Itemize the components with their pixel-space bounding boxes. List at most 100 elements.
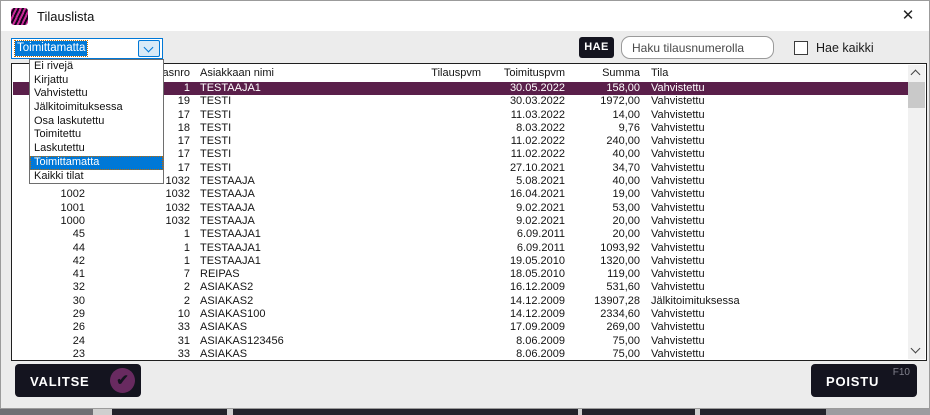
table-cell: 32 [15, 281, 85, 294]
table-cell: 10 [93, 308, 190, 321]
table-cell: 9.02.2021 [463, 215, 565, 228]
table-cell: 40,00 [573, 175, 640, 188]
table-cell: Vahvistettu [651, 162, 851, 175]
table-row[interactable]: 10021032TESTAAJA16.04.202119,00Vahvistet… [13, 188, 908, 201]
table-cell: TESTI [200, 122, 380, 135]
taskbar-segment [826, 409, 930, 415]
table-cell: 7 [93, 268, 190, 281]
table-cell: 19.05.2010 [463, 255, 565, 268]
combo-dropdown-button[interactable] [138, 40, 160, 57]
table-row[interactable]: 302ASIAKAS214.12.200913907,28Jälkitoimit… [13, 295, 908, 308]
table-cell: ASIAKAS100 [200, 308, 380, 321]
table-cell: 1000 [15, 215, 85, 228]
filter-option[interactable]: Laskutettu [30, 142, 163, 156]
table-row[interactable]: 441TESTAAJA16.09.20111093,92Vahvistettu [13, 242, 908, 255]
table-cell: 2 [93, 295, 190, 308]
table-cell: 41 [15, 268, 85, 281]
taskbar-segment [582, 409, 695, 415]
table-row[interactable]: 2333ASIAKAS8.06.200975,00Vahvistettu [13, 348, 908, 359]
filter-option[interactable]: Vahvistettu [30, 87, 163, 101]
table-cell: 53,00 [573, 202, 640, 215]
table-cell: 1032 [93, 202, 190, 215]
table-cell: 75,00 [573, 348, 640, 359]
table-cell: 1 [93, 228, 190, 241]
taskbar-segment [0, 409, 93, 415]
chevron-down-icon [911, 344, 921, 354]
table-cell: TESTAAJA1 [200, 228, 380, 241]
scroll-down-button[interactable] [908, 342, 925, 359]
titlebar: Tilauslista ✕ [1, 1, 929, 31]
table-cell: 2334,60 [573, 308, 640, 321]
table-cell: 20,00 [573, 215, 640, 228]
table-cell: 1320,00 [573, 255, 640, 268]
table-row[interactable]: 451TESTAAJA16.09.201120,00Vahvistettu [13, 228, 908, 241]
table-cell: 11.02.2022 [463, 148, 565, 161]
hae-search-button[interactable]: HAE [579, 37, 614, 58]
filter-option[interactable]: Kaikki tilat [30, 170, 163, 184]
table-cell: 8.03.2022 [463, 122, 565, 135]
table-cell: 269,00 [573, 321, 640, 334]
table-cell: ASIAKAS [200, 321, 380, 334]
table-cell: TESTI [200, 109, 380, 122]
filter-option[interactable]: Kirjattu [30, 74, 163, 88]
filter-option[interactable]: Jälkitoimituksessa [30, 101, 163, 115]
vertical-scrollbar[interactable] [908, 65, 925, 359]
table-row[interactable]: 10011032TESTAAJA9.02.202153,00Vahvistett… [13, 202, 908, 215]
table-cell: 18.05.2010 [463, 268, 565, 281]
table-cell: ASIAKAS2 [200, 281, 380, 294]
table-cell: 1 [93, 242, 190, 255]
taskbar-segment [700, 409, 826, 415]
table-cell: 119,00 [573, 268, 640, 281]
table-cell: 1001 [15, 202, 85, 215]
table-cell: 44 [15, 242, 85, 255]
table-cell: Vahvistettu [651, 335, 851, 348]
table-row[interactable]: 421TESTAAJA119.05.20101320,00Vahvistettu [13, 255, 908, 268]
table-row[interactable]: 10001032TESTAAJA9.02.202120,00Vahvistett… [13, 215, 908, 228]
filter-combobox[interactable]: Toimittamatta [11, 38, 163, 59]
table-cell: 30 [15, 295, 85, 308]
column-header[interactable]: Summa [573, 65, 640, 82]
search-input[interactable] [621, 36, 774, 59]
close-icon[interactable]: ✕ [899, 7, 917, 25]
scroll-up-button[interactable] [908, 65, 925, 82]
table-cell: Vahvistettu [651, 255, 851, 268]
table-cell: 14.12.2009 [463, 308, 565, 321]
filter-option[interactable]: Toimittamatta [30, 156, 163, 170]
column-header[interactable]: Asiakkaan nimi [200, 65, 380, 82]
table-cell: Jälkitoimituksessa [651, 295, 851, 308]
filter-option[interactable]: Ei rivejä [30, 60, 163, 74]
table-cell: 9.02.2021 [463, 202, 565, 215]
column-header[interactable]: Toimituspvm [463, 65, 565, 82]
valitse-label: VALITSE [30, 364, 90, 397]
table-row[interactable]: 322ASIAKAS216.12.2009531,60Vahvistettu [13, 281, 908, 294]
filter-option[interactable]: Osa laskutettu [30, 115, 163, 129]
table-row[interactable]: 29 10 ASIAKAS100 14.12.2009 2334,60 Vahvistet… [13, 308, 908, 321]
hae-kaikki-checkbox[interactable] [794, 41, 808, 55]
table-row[interactable]: 417REIPAS18.05.2010119,00Vahvistettu [13, 268, 908, 281]
table-cell: 1 [93, 255, 190, 268]
table-cell: 1093,92 [573, 242, 640, 255]
table-cell: Vahvistettu [651, 321, 851, 334]
table-cell: 23 [15, 348, 85, 359]
table-cell: Vahvistettu [651, 268, 851, 281]
table-cell: 14.12.2009 [463, 295, 565, 308]
table-cell: 8.06.2009 [463, 335, 565, 348]
table-cell: 29 [15, 308, 85, 321]
table-row[interactable]: 2431ASIAKAS1234568.06.200975,00Vahvistet… [13, 335, 908, 348]
filter-option[interactable]: Toimitettu [30, 128, 163, 142]
table-cell: TESTAAJA [200, 188, 380, 201]
table-cell: 11.03.2022 [463, 109, 565, 122]
table-cell: 75,00 [573, 335, 640, 348]
table-cell: Vahvistettu [651, 122, 851, 135]
table-cell: 1032 [93, 188, 190, 201]
chevron-down-icon [144, 43, 154, 53]
window-title: Tilauslista [37, 9, 94, 24]
table-cell: Vahvistettu [651, 308, 851, 321]
table-cell: ASIAKAS [200, 348, 380, 359]
scrollbar-thumb[interactable] [908, 82, 925, 108]
valitse-button[interactable]: VALITSE ✔ [15, 364, 141, 397]
column-header[interactable]: Tila [651, 65, 851, 82]
poistu-button[interactable]: POISTU F10 [811, 364, 917, 397]
table-cell: TESTI [200, 162, 380, 175]
table-row[interactable]: 2633ASIAKAS17.09.2009269,00Vahvistettu [13, 321, 908, 334]
